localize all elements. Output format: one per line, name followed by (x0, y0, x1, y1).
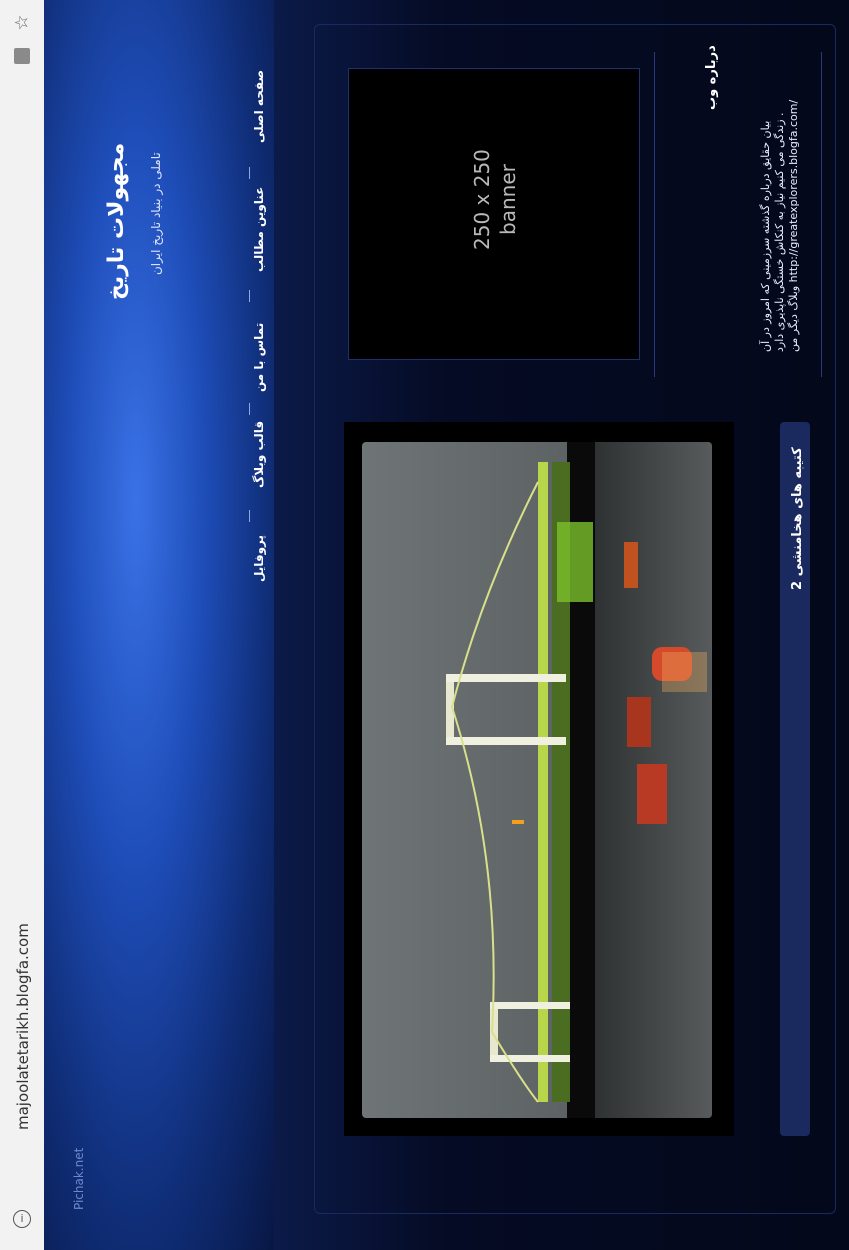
nav-separator (249, 510, 250, 522)
post-image[interactable] (362, 442, 712, 1118)
nav-post-titles[interactable]: عناوین مطالب (252, 187, 266, 272)
post-title[interactable]: کتیبه های هخامنشی 2 (790, 447, 805, 590)
nav-separator (249, 290, 250, 302)
nav-contact[interactable]: تماس با من (252, 323, 266, 392)
nav-profile[interactable]: پروفایل (252, 535, 266, 582)
site-title[interactable]: مجهولات تاریخ (104, 143, 129, 300)
star-icon[interactable]: ☆ (12, 14, 33, 30)
banner-size-text: 250 x 250 (470, 149, 494, 250)
banner-label: 250 x 250 banner (469, 149, 521, 250)
browser-bar: ☆ majoolatetarikh.blogfa.com i (0, 0, 45, 1250)
extension-icon[interactable] (14, 48, 30, 64)
about-text: بیان حقایق درباره گذشته سرزمینی که امروز… (759, 100, 801, 352)
about-title: درباره وب (704, 45, 719, 110)
address-bar-url[interactable]: majoolatetarikh.blogfa.com (14, 923, 32, 1130)
divider (654, 52, 655, 377)
banner-word-text: banner (496, 164, 520, 235)
about-line[interactable]: وبلاگ دیگر من http://greatexplorers.blog… (787, 100, 801, 352)
about-line: بیان حقایق درباره گذشته سرزمینی که امروز… (759, 120, 772, 352)
bridge-night-photo (362, 442, 712, 1118)
nav-template[interactable]: قالب وبلاگ (252, 421, 266, 488)
info-icon[interactable]: i (13, 1210, 31, 1228)
site-subtitle: تاملی در بنیاد تاریخ ایران (149, 152, 163, 275)
nav-separator (249, 167, 250, 179)
nav-home[interactable]: صفحه اصلی (252, 70, 266, 143)
nav-separator (249, 403, 250, 415)
divider (821, 52, 822, 377)
footer-brand[interactable]: Pichak.net (72, 1148, 86, 1210)
web-page: مجهولات تاریخ تاملی در بنیاد تاریخ ایران… (44, 0, 849, 1250)
about-line: زندگی می کنیم نیاز به کنکاش خستگی ناپذیر… (773, 112, 786, 352)
